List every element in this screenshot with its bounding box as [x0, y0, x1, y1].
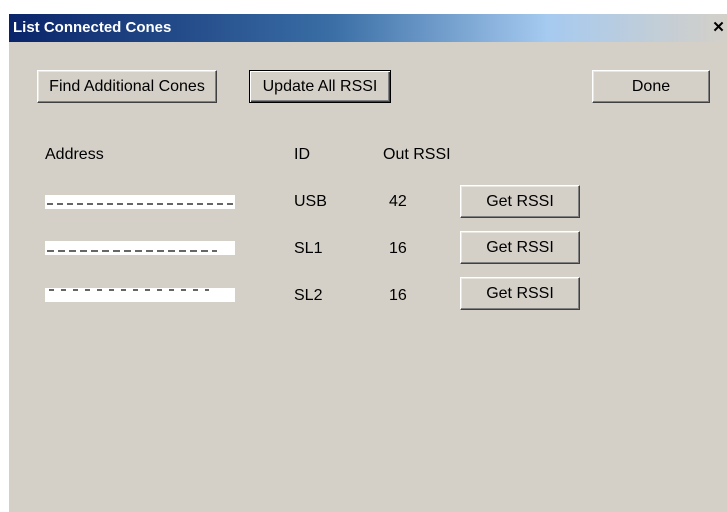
get-rssi-button[interactable]: Get RSSI — [460, 277, 580, 310]
row-out-rssi: 42 — [389, 193, 407, 210]
row-out-rssi: 16 — [389, 240, 407, 257]
done-button[interactable]: Done — [592, 70, 710, 103]
close-button[interactable]: ✕ — [710, 18, 727, 37]
row-id: USB — [294, 193, 327, 210]
get-rssi-button[interactable]: Get RSSI — [460, 231, 580, 264]
find-additional-cones-button[interactable]: Find Additional Cones — [37, 70, 217, 103]
row-out-rssi: 16 — [389, 287, 407, 304]
row-id: SL2 — [294, 287, 323, 304]
window-title: List Connected Cones — [13, 19, 172, 36]
id-column-header: ID — [294, 146, 310, 163]
redacted-address — [45, 288, 235, 302]
get-rssi-button[interactable]: Get RSSI — [460, 185, 580, 218]
close-icon: ✕ — [712, 19, 725, 36]
address-column-header: Address — [45, 146, 104, 163]
dialog-window: List Connected Cones ✕ Find Additional C… — [9, 14, 727, 512]
update-all-rssi-button[interactable]: Update All RSSI — [249, 70, 391, 103]
title-bar[interactable]: List Connected Cones — [9, 14, 727, 42]
redacted-address — [45, 195, 235, 209]
redacted-address — [45, 241, 235, 255]
out-rssi-column-header: Out RSSI — [383, 146, 451, 163]
row-id: SL1 — [294, 240, 323, 257]
